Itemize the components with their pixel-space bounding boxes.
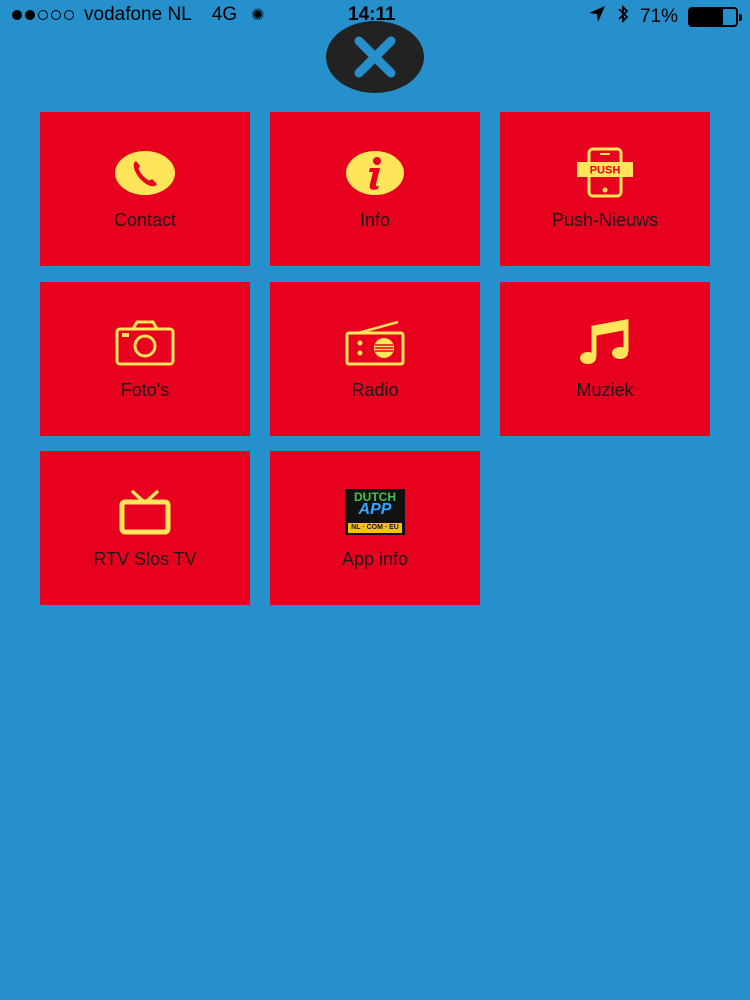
- tile-app-info[interactable]: DUTCH APP NL · COM · EU App info: [270, 451, 480, 605]
- music-note-icon: [572, 314, 638, 372]
- tile-label: RTV Slos TV: [93, 549, 197, 569]
- location-arrow-icon: [588, 5, 606, 29]
- battery-percent: 71%: [639, 6, 678, 27]
- tile-label: Muziek: [576, 380, 634, 400]
- close-menu-button[interactable]: [326, 21, 424, 93]
- tile-info[interactable]: Info: [270, 112, 480, 266]
- bluetooth-icon: [616, 4, 630, 30]
- tile-label: Foto's: [120, 380, 170, 400]
- tile-label: Contact: [113, 210, 177, 230]
- push-phone-icon: PUSH: [572, 144, 638, 202]
- carrier-name: vodafone NL: [84, 4, 192, 25]
- tile-rtv-slos-tv[interactable]: RTV Slos TV: [40, 451, 250, 605]
- phone-icon: [112, 144, 178, 202]
- radio-icon: [342, 314, 408, 372]
- app-logo-wrapper: DUTCH APP NL · COM · EU: [342, 483, 408, 541]
- signal-strength-icon: [12, 10, 74, 20]
- camera-icon: [112, 314, 178, 372]
- tile-muziek[interactable]: Muziek: [500, 282, 710, 436]
- tile-contact[interactable]: Contact: [40, 112, 250, 266]
- tile-push-nieuws[interactable]: PUSH Push-Nieuws: [500, 112, 710, 266]
- logo-line2: APP: [358, 501, 392, 518]
- tv-icon: [112, 483, 178, 541]
- tile-radio[interactable]: Radio: [270, 282, 480, 436]
- tile-label: Info: [359, 210, 391, 230]
- battery-icon: [688, 7, 742, 27]
- logo-line3: NL · COM · EU: [348, 523, 402, 533]
- info-icon: [342, 144, 408, 202]
- activity-spinner-icon: ✺: [251, 7, 265, 24]
- close-x-icon: [354, 36, 396, 78]
- tile-label: Radio: [351, 380, 399, 400]
- push-badge: PUSH: [590, 165, 621, 177]
- tile-fotos[interactable]: Foto's: [40, 282, 250, 436]
- tile-label: App info: [341, 549, 409, 569]
- dutch-app-logo: DUTCH APP NL · COM · EU: [345, 489, 405, 535]
- tile-label: Push-Nieuws: [551, 210, 659, 230]
- network-type: 4G: [211, 4, 238, 25]
